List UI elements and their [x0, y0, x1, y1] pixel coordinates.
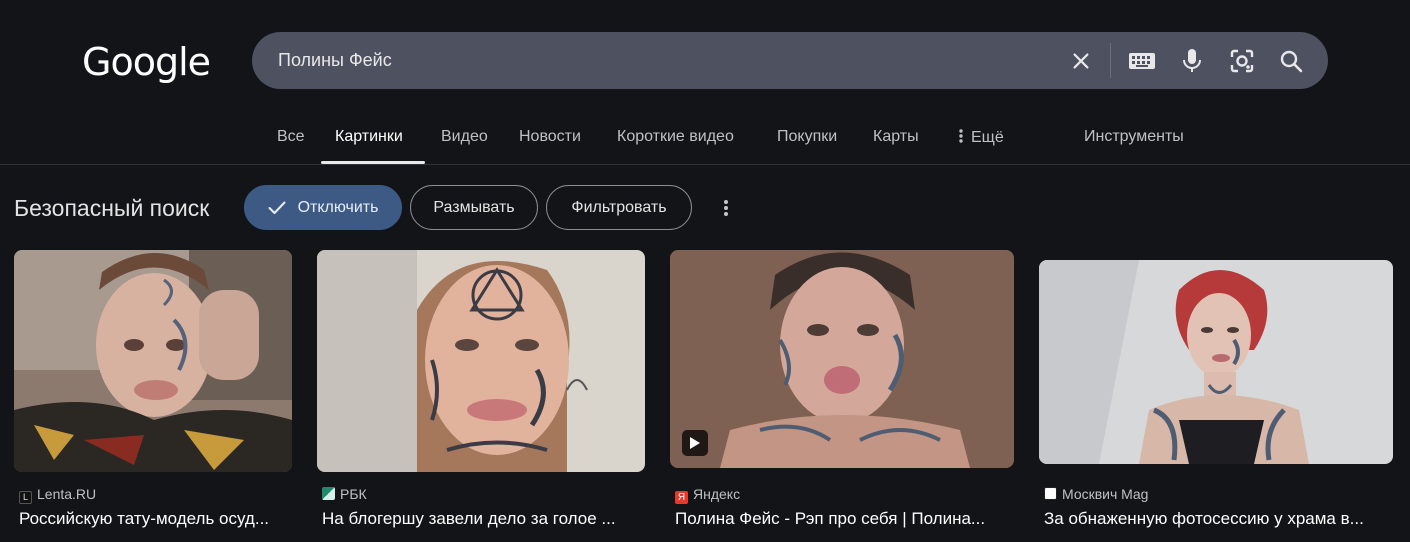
result-image[interactable] — [14, 250, 292, 472]
result-image[interactable] — [317, 250, 645, 472]
lenta-favicon-icon: L — [19, 491, 32, 504]
header-divider — [0, 164, 1410, 165]
moskvich-favicon-icon — [1044, 487, 1057, 500]
result-source-label: РБК — [340, 486, 367, 502]
result-source[interactable]: Москвич Mag — [1044, 486, 1148, 502]
result-image[interactable] — [1039, 260, 1393, 464]
tab-maps[interactable]: Карты — [873, 128, 919, 146]
safesearch-label: Безопасный поиск — [14, 195, 210, 221]
tab-videos[interactable]: Видео — [441, 128, 488, 146]
rbc-favicon-icon — [322, 487, 335, 500]
safesearch-filter-label: Фильтровать — [571, 198, 667, 216]
google-logo[interactable]: Google — [82, 40, 211, 84]
check-icon — [268, 201, 286, 214]
result-title[interactable]: На блогершу завели дело за голое ... — [322, 509, 646, 529]
yandex-favicon-icon: Я — [675, 491, 688, 504]
search-icon[interactable] — [1276, 46, 1306, 76]
result-title[interactable]: Российскую тату-модель осуд... — [19, 509, 295, 529]
result-image[interactable] — [670, 250, 1014, 468]
safesearch-more-icon[interactable] — [716, 196, 736, 220]
clear-icon[interactable] — [1066, 46, 1096, 76]
microphone-icon[interactable] — [1177, 46, 1207, 76]
google-lens-icon[interactable] — [1227, 46, 1257, 76]
tab-images[interactable]: Картинки — [335, 128, 403, 146]
tab-all[interactable]: Все — [277, 128, 305, 146]
tools-button[interactable]: Инструменты — [1084, 128, 1184, 146]
result-source[interactable]: L Lenta.RU — [19, 486, 96, 504]
tab-shopping[interactable]: Покупки — [777, 128, 837, 146]
search-bar[interactable]: Полины Фейс — [252, 32, 1328, 89]
tab-more-label: Ещё — [971, 129, 1004, 146]
result-source-label: Lenta.RU — [37, 486, 97, 502]
result-source[interactable]: Я Яндекс — [675, 486, 740, 504]
search-divider — [1110, 43, 1111, 78]
tab-news[interactable]: Новости — [519, 128, 581, 146]
safesearch-off-chip[interactable]: Отключить — [244, 185, 402, 230]
search-input[interactable]: Полины Фейс — [278, 50, 392, 71]
result-source-label: Москвич Mag — [1062, 486, 1149, 502]
safesearch-filter-chip[interactable]: Фильтровать — [546, 185, 692, 230]
keyboard-icon[interactable] — [1127, 46, 1157, 76]
safesearch-blur-chip[interactable]: Размывать — [410, 185, 538, 230]
tab-more[interactable]: Ещё — [957, 128, 1004, 147]
result-title[interactable]: Полина Фейс - Рэп про себя | Полина... — [675, 509, 1013, 529]
tab-short-videos[interactable]: Короткие видео — [617, 128, 734, 146]
result-source-label: Яндекс — [693, 486, 741, 502]
result-source[interactable]: РБК — [322, 486, 367, 502]
safesearch-off-label: Отключить — [297, 198, 379, 216]
kebab-icon — [959, 129, 963, 143]
result-title[interactable]: За обнаженную фотосессию у храма в... — [1044, 509, 1392, 529]
safesearch-blur-label: Размывать — [433, 198, 515, 216]
video-play-icon — [682, 430, 708, 456]
